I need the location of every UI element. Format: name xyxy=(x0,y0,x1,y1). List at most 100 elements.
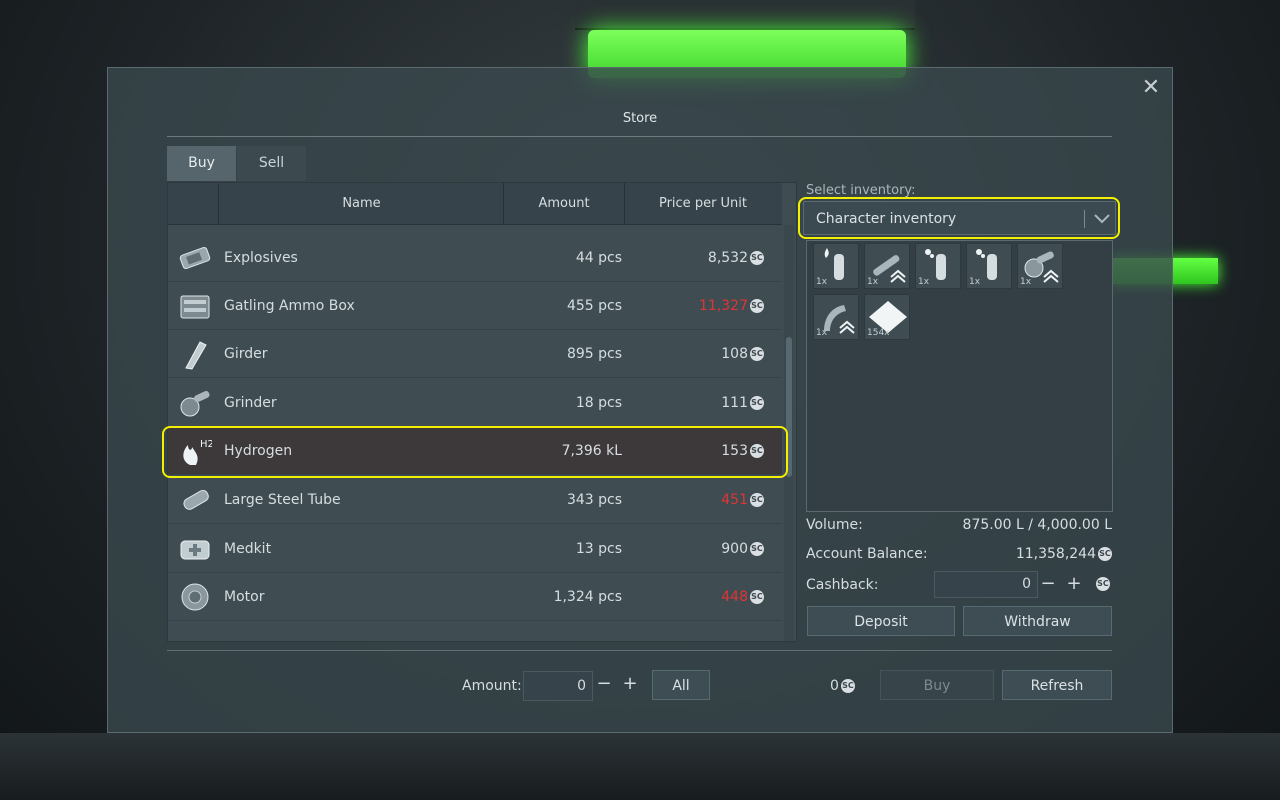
item-price-value: 451 xyxy=(721,492,748,508)
space-credit-icon: SC xyxy=(1096,577,1110,591)
item-amount: 895 pcs xyxy=(566,346,622,362)
tab-buy[interactable]: Buy xyxy=(167,146,236,181)
svg-text:H2: H2 xyxy=(200,439,212,450)
column-header-price[interactable]: Price per Unit xyxy=(628,183,778,225)
motor-icon xyxy=(178,581,212,613)
slot-quantity: 1x xyxy=(1020,277,1032,287)
inventory-dropdown[interactable]: Character inventory xyxy=(803,201,1116,235)
table-scrollbar[interactable] xyxy=(784,225,794,641)
column-header-amount[interactable]: Amount xyxy=(504,183,624,225)
item-price-value: 153 xyxy=(721,443,748,459)
space-credit-icon: SC xyxy=(750,251,764,265)
item-price: 448 SC xyxy=(638,573,764,621)
table-row[interactable]: Motor 1,324 pcs 448 SC xyxy=(168,573,782,621)
withdraw-button[interactable]: Withdraw xyxy=(963,606,1112,636)
slot-quantity: 154x xyxy=(867,328,890,338)
item-name: Motor xyxy=(224,589,265,605)
tab-sell[interactable]: Sell xyxy=(237,146,306,181)
medkit-icon xyxy=(178,533,212,565)
item-amount: 44 pcs xyxy=(575,250,622,266)
cashback-input[interactable]: 0 xyxy=(934,571,1038,598)
amount-label: Amount: xyxy=(462,678,522,694)
item-price-value: 11,327 xyxy=(699,298,748,314)
dropdown-separator xyxy=(1084,210,1085,228)
girder-icon xyxy=(178,338,212,370)
space-credit-icon: SC xyxy=(750,347,764,361)
item-name: Medkit xyxy=(224,541,272,557)
background-beam xyxy=(575,0,915,30)
column-header-name[interactable]: Name xyxy=(220,183,503,225)
footer-divider xyxy=(167,650,1112,651)
item-name: Gatling Ammo Box xyxy=(224,298,355,314)
item-price-value: 8,532 xyxy=(707,250,748,266)
select-inventory-label: Select inventory: xyxy=(806,183,916,198)
table-row[interactable]: Grinder 18 pcs 111 SC xyxy=(168,379,782,427)
space-credit-icon: SC xyxy=(1098,547,1112,561)
space-credit-icon: SC xyxy=(750,590,764,604)
space-credit-icon: SC xyxy=(840,679,855,693)
total-price-value: 0 xyxy=(830,678,839,694)
amount-minus-button[interactable]: − xyxy=(595,673,613,695)
table-row[interactable]: Large Steel Tube 343 pcs 451 SC xyxy=(168,476,782,524)
inventory-slot[interactable]: 1x xyxy=(864,243,910,289)
header-separator xyxy=(624,183,625,225)
item-price: 108 SC xyxy=(638,330,764,378)
store-item-table: Name Amount Price per Unit Explosives 44… xyxy=(167,182,797,642)
space-credit-icon: SC xyxy=(750,444,764,458)
item-price: 900 SC xyxy=(638,525,764,573)
inventory-slot[interactable]: 1x xyxy=(813,294,859,340)
amount-input[interactable]: 0 xyxy=(523,671,593,701)
item-amount: 1,324 pcs xyxy=(553,589,622,605)
item-name: Grinder xyxy=(224,395,277,411)
item-name: Explosives xyxy=(224,250,298,266)
slot-quantity: 1x xyxy=(969,277,981,287)
inventory-slot[interactable]: 1x xyxy=(915,243,961,289)
item-price-value: 111 xyxy=(721,395,748,411)
table-row[interactable]: Medkit 13 pcs 900 SC xyxy=(168,525,782,573)
inventory-slot[interactable]: 154x xyxy=(864,294,910,340)
steel-tube-icon xyxy=(178,484,212,516)
table-row[interactable]: Gatling Ammo Box 455 pcs 11,327 SC xyxy=(168,282,782,330)
item-amount: 343 pcs xyxy=(566,492,622,508)
account-balance: 11,358,244 SC xyxy=(960,546,1112,562)
cashback-minus-button[interactable]: − xyxy=(1039,573,1057,595)
hydrogen-icon: H2 xyxy=(178,435,214,467)
all-button[interactable]: All xyxy=(652,670,710,700)
amount-plus-button[interactable]: + xyxy=(621,673,639,695)
table-row-selected[interactable]: H2 Hydrogen 7,396 kL 153SC xyxy=(168,427,782,475)
item-amount: 18 pcs xyxy=(575,395,622,411)
space-credit-icon: SC xyxy=(750,542,764,556)
slot-quantity: 1x xyxy=(918,277,930,287)
item-price: 111 SC xyxy=(638,379,764,427)
close-button[interactable]: ✕ xyxy=(1139,77,1163,101)
buy-button[interactable]: Buy xyxy=(880,670,994,700)
table-row[interactable]: Girder 895 pcs 108 SC xyxy=(168,330,782,378)
space-credit-icon: SC xyxy=(750,299,764,313)
ammo-box-icon xyxy=(178,290,212,322)
chevron-down-icon[interactable] xyxy=(1090,206,1114,230)
cashback-plus-button[interactable]: + xyxy=(1065,573,1083,595)
item-price: 153 SC xyxy=(638,427,764,475)
space-credit-icon: SC xyxy=(750,396,764,410)
title-divider xyxy=(167,136,1112,137)
deposit-button[interactable]: Deposit xyxy=(807,606,955,636)
explosives-icon xyxy=(178,242,212,274)
account-balance-label: Account Balance: xyxy=(806,546,928,562)
item-amount: 455 pcs xyxy=(566,298,622,314)
scrollbar-thumb[interactable] xyxy=(786,337,792,477)
slot-quantity: 1x xyxy=(867,277,879,287)
item-price-value: 108 xyxy=(721,346,748,362)
window-title: Store xyxy=(622,111,658,126)
grinder-icon xyxy=(178,387,212,419)
inventory-slot[interactable]: 1x xyxy=(966,243,1012,289)
inventory-slot[interactable]: 1x xyxy=(813,243,859,289)
table-header: Name Amount Price per Unit xyxy=(168,183,782,225)
item-name: Large Steel Tube xyxy=(224,492,341,508)
item-price-value: 900 xyxy=(721,541,748,557)
refresh-button[interactable]: Refresh xyxy=(1002,670,1112,700)
item-amount: 7,396 kL xyxy=(561,443,622,459)
table-row[interactable]: Explosives 44 pcs 8,532 SC xyxy=(168,234,782,282)
inventory-slot[interactable]: 1x xyxy=(1017,243,1063,289)
volume-value: 875.00 L / 4,000.00 L xyxy=(962,517,1112,533)
item-price: 451 SC xyxy=(638,476,764,524)
